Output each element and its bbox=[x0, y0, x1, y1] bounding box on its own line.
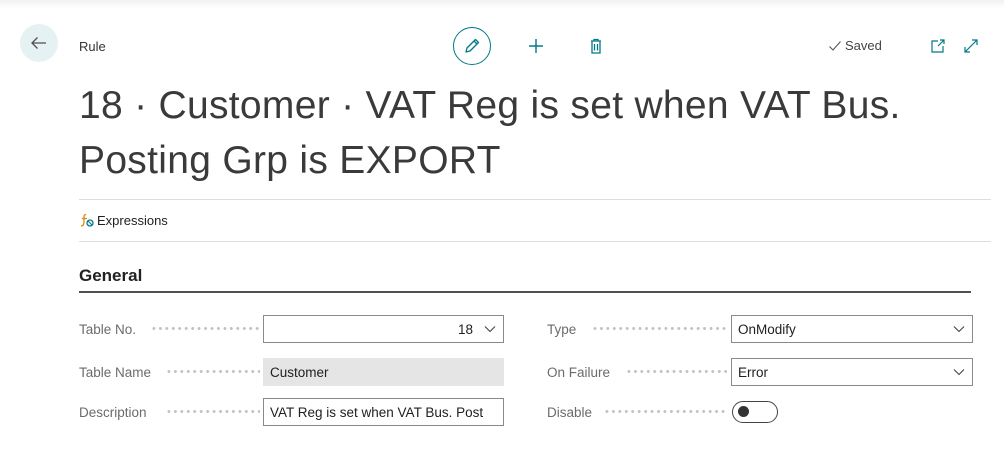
group-underline bbox=[79, 291, 971, 293]
leader-dots: •••••••••••••••••••••••••••••• bbox=[593, 323, 727, 335]
leader-dots: •••••••••••••••••••••••••••••• bbox=[152, 323, 260, 335]
arrow-left-icon bbox=[31, 37, 46, 49]
description-label: Description bbox=[79, 404, 147, 420]
leader-dots: •••••••••••••••••••••••••••••• bbox=[167, 406, 260, 418]
expand-button[interactable] bbox=[961, 36, 981, 56]
leader-dots: •••••••••••••••••••••••••••••• bbox=[605, 406, 727, 418]
table-no-input[interactable]: 18 bbox=[263, 315, 504, 343]
leader-dots: •••••••••••••••••••••••••••••• bbox=[167, 366, 260, 378]
table-name-label: Table Name bbox=[79, 364, 152, 380]
page-title: 18 · Customer · VAT Reg is set when VAT … bbox=[79, 84, 901, 182]
new-button[interactable] bbox=[517, 27, 555, 65]
table-name-value: Customer bbox=[270, 364, 329, 380]
type-label: Type bbox=[547, 321, 577, 337]
disable-label: Disable bbox=[547, 404, 593, 420]
plus-icon bbox=[529, 39, 543, 53]
table-no-label: Table No. bbox=[79, 321, 137, 337]
top-shadow bbox=[0, 0, 1004, 8]
saved-label: Saved bbox=[845, 38, 882, 53]
delete-button[interactable] bbox=[577, 27, 615, 65]
disable-field: Disable •••••••••••••••••••••••••••••• bbox=[547, 398, 973, 426]
type-value: OnModify bbox=[738, 321, 796, 337]
divider bbox=[79, 199, 991, 200]
disable-toggle[interactable] bbox=[732, 401, 778, 423]
on-failure-select[interactable]: Error bbox=[731, 358, 973, 386]
open-in-new-window-icon bbox=[931, 39, 945, 53]
description-field: Description ••••••••••••••••••••••••••••… bbox=[79, 398, 504, 426]
on-failure-label: On Failure bbox=[547, 364, 611, 380]
table-name-field: Table Name •••••••••••••••••••••••••••••… bbox=[79, 358, 504, 386]
on-failure-field: On Failure •••••••••••••••••••••••••••••… bbox=[547, 358, 973, 386]
type-field: Type •••••••••••••••••••••••••••••• OnMo… bbox=[547, 315, 973, 343]
expressions-label: Expressions bbox=[97, 212, 168, 228]
table-no-field: Table No. ••••••••••••••••••••••••••••••… bbox=[79, 315, 504, 343]
chevron-down-icon[interactable] bbox=[483, 322, 497, 336]
trash-icon bbox=[591, 38, 601, 54]
table-no-value: 18 bbox=[457, 321, 473, 337]
toggle-knob bbox=[738, 406, 749, 417]
pencil-icon bbox=[465, 38, 480, 53]
description-input[interactable]: VAT Reg is set when VAT Bus. Post bbox=[263, 398, 504, 426]
page-caption: Rule bbox=[79, 39, 106, 54]
general-group-title: General bbox=[79, 266, 143, 285]
toolbar bbox=[453, 26, 615, 66]
chevron-down-icon[interactable] bbox=[952, 322, 966, 336]
expressions-action[interactable]: Expressions bbox=[79, 212, 168, 228]
edit-button[interactable] bbox=[453, 27, 491, 65]
description-value: VAT Reg is set when VAT Bus. Post bbox=[270, 404, 484, 420]
on-failure-value: Error bbox=[738, 364, 768, 380]
back-button[interactable] bbox=[20, 24, 58, 62]
table-name-input: Customer bbox=[263, 358, 504, 386]
open-in-new-window-button[interactable] bbox=[928, 36, 948, 56]
leader-dots: •••••••••••••••••••••••••••••• bbox=[627, 366, 727, 378]
type-select[interactable]: OnModify bbox=[731, 315, 973, 343]
checkmark-icon bbox=[829, 40, 841, 51]
function-icon bbox=[80, 213, 94, 227]
divider bbox=[79, 241, 991, 242]
saved-status: Saved bbox=[828, 38, 882, 53]
expand-icon bbox=[964, 39, 978, 53]
chevron-down-icon[interactable] bbox=[952, 365, 966, 379]
